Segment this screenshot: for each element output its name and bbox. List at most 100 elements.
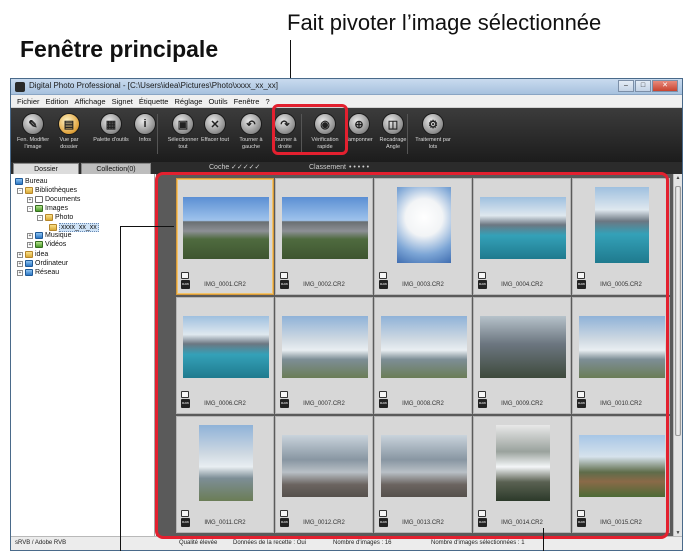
toolbar-button-7[interactable]: ↶ Tourner à gauche bbox=[233, 110, 269, 160]
status-image-count: Nombre d'images : 16 bbox=[333, 540, 392, 546]
toolbar-button-11[interactable]: ◫ Recadrage Angle bbox=[375, 110, 411, 160]
menu-etiquette[interactable]: Étiquette bbox=[136, 95, 172, 107]
info-icon: i bbox=[134, 113, 156, 135]
grid-scrollbar[interactable]: ▲ ▼ bbox=[673, 174, 682, 538]
tab-dossier[interactable]: Dossier bbox=[13, 163, 79, 174]
status-quality: Qualité élevée bbox=[179, 540, 218, 546]
main-window-heading: Fenêtre principale bbox=[20, 36, 219, 62]
computer-icon bbox=[25, 260, 33, 267]
select-all-icon: ▣ bbox=[172, 113, 194, 135]
tree-item-6[interactable]: xxxx_xx_xx bbox=[49, 223, 99, 232]
tree-item-5[interactable]: - Photo bbox=[37, 214, 73, 221]
tree-item-label: xxxx_xx_xx bbox=[59, 223, 99, 232]
tree-expander-icon[interactable]: + bbox=[27, 196, 33, 203]
menu-fichier[interactable]: Fichier bbox=[14, 95, 43, 107]
tree-item-1[interactable]: Bureau bbox=[15, 178, 48, 185]
edit-image-icon: ✎ bbox=[22, 113, 44, 135]
scroll-up-icon[interactable]: ▲ bbox=[674, 174, 682, 183]
tree-expander-icon[interactable]: + bbox=[17, 260, 23, 267]
menu-affichage[interactable]: Affichage bbox=[71, 95, 108, 107]
tree-expander-icon[interactable]: - bbox=[17, 187, 23, 194]
clear-all-icon: ✕ bbox=[204, 113, 226, 135]
left-callout-line-horizontal bbox=[120, 226, 174, 227]
toolbar-separator bbox=[407, 114, 408, 154]
toolbar-button-12[interactable]: ⚙ Traitement par lots bbox=[415, 110, 451, 160]
status-recipe: Données de la recette : Oui bbox=[233, 540, 307, 546]
rotate-left-icon: ↶ bbox=[240, 113, 262, 135]
batch-process-icon: ⚙ bbox=[422, 113, 444, 135]
tree-item-label: Bureau bbox=[25, 178, 48, 185]
tree-item-label: Musique bbox=[45, 232, 72, 239]
right-callout-line-vertical bbox=[543, 528, 544, 551]
tree-expander-icon[interactable]: + bbox=[17, 251, 23, 258]
tree-expander-icon[interactable]: + bbox=[27, 232, 33, 239]
toolbar-button-label: Tourner à gauche bbox=[239, 137, 263, 150]
toolbar-button-label: Traitement par lots bbox=[415, 137, 451, 150]
status-color-space: sRVB / Adobe RVB bbox=[15, 540, 67, 546]
tree-item-label: Réseau bbox=[35, 269, 60, 276]
window-controls: – □ ✕ bbox=[618, 80, 678, 92]
toolbar-button-5[interactable]: ▣ Sélectionner tout bbox=[165, 110, 201, 160]
tool-palette-icon: ▦ bbox=[100, 113, 122, 135]
maximize-button[interactable]: □ bbox=[635, 80, 651, 92]
tree-item-label: Photo bbox=[55, 214, 74, 221]
images-icon bbox=[35, 205, 43, 212]
toolbar-button-1[interactable]: ✎ Fen. Modifier l'image bbox=[15, 110, 51, 160]
toolbar-button-6[interactable]: ✕ Effacer tout bbox=[197, 110, 233, 160]
menu-outils[interactable]: Outils bbox=[205, 95, 230, 107]
folder-view-icon: ▤ bbox=[58, 113, 80, 135]
tree-item-label: Images bbox=[45, 205, 68, 212]
user-folder-icon bbox=[25, 251, 33, 258]
stamp-icon: ⊕ bbox=[348, 113, 370, 135]
window-title: Digital Photo Professional - [C:\Users\i… bbox=[29, 81, 278, 90]
scroll-thumb[interactable] bbox=[675, 186, 681, 436]
toolbar-button-2[interactable]: ▤ Vue par dossier bbox=[51, 110, 87, 160]
tree-expander-icon[interactable]: - bbox=[37, 214, 43, 221]
menu-reglage[interactable]: Réglage bbox=[171, 95, 205, 107]
documents-icon bbox=[35, 196, 43, 203]
tree-item-2[interactable]: - Bibliothèques bbox=[17, 187, 77, 194]
folder-tree-panel: Bureau - Bibliothèques + Documents - Images - Ph… bbox=[11, 174, 155, 538]
toolbar-button-3[interactable]: ▦ Palette d'outils bbox=[93, 110, 129, 160]
toolbar-button-label: Effacer tout bbox=[200, 137, 230, 143]
tree-item-label: idea bbox=[35, 251, 49, 258]
tree-expander-icon[interactable]: + bbox=[17, 269, 23, 276]
tab-collection[interactable]: Collection(0) bbox=[81, 163, 151, 174]
tree-item-label: Vidéos bbox=[45, 241, 67, 248]
menu-help[interactable]: ? bbox=[262, 95, 272, 107]
thumbnail-area-highlight bbox=[155, 172, 669, 539]
tree-expander-icon[interactable]: - bbox=[27, 205, 33, 212]
rotate-callout-text: Fait pivoter l’image sélectionnée bbox=[287, 10, 602, 35]
network-icon bbox=[25, 269, 33, 276]
libraries-icon bbox=[25, 187, 33, 194]
menu-fenetre[interactable]: Fenêtre bbox=[231, 95, 263, 107]
app-icon bbox=[15, 82, 25, 92]
tree-item-7[interactable]: + Musique bbox=[27, 232, 71, 239]
desktop-icon bbox=[15, 178, 23, 185]
toolbar-button-label: Palette d'outils bbox=[93, 137, 129, 143]
menu-signet[interactable]: Signet bbox=[109, 95, 136, 107]
minimize-button[interactable]: – bbox=[618, 80, 634, 92]
music-icon bbox=[35, 232, 43, 239]
menu-edition[interactable]: Edition bbox=[43, 95, 72, 107]
toolbar-button-label: Recadrage Angle bbox=[379, 137, 407, 150]
toolbar-separator bbox=[157, 114, 158, 154]
toolbar-button-label: Vue par dossier bbox=[59, 137, 79, 150]
tree-item-9[interactable]: + idea bbox=[17, 251, 48, 258]
toolbar-button-label: Fen. Modifier l'image bbox=[16, 137, 50, 150]
tree-item-11[interactable]: + Réseau bbox=[17, 269, 59, 276]
close-button[interactable]: ✕ bbox=[652, 80, 678, 92]
status-selected-count: Nombre d'images sélectionnées : 1 bbox=[431, 540, 525, 546]
tree-item-label: Bibliothèques bbox=[35, 187, 78, 194]
tree-item-label: Documents bbox=[45, 196, 81, 203]
tree-item-4[interactable]: - Images bbox=[27, 205, 68, 212]
tree-item-3[interactable]: + Documents bbox=[27, 196, 80, 203]
tree-expander-icon[interactable]: + bbox=[27, 241, 33, 248]
tree-item-10[interactable]: + Ordinateur bbox=[17, 260, 68, 267]
folder-icon bbox=[45, 214, 53, 221]
tree-item-8[interactable]: + Vidéos bbox=[27, 241, 66, 248]
rotate-buttons-highlight bbox=[272, 104, 348, 155]
videos-icon bbox=[35, 241, 43, 248]
title-bar: Digital Photo Professional - [C:\Users\i… bbox=[11, 79, 682, 95]
tree-item-label: Ordinateur bbox=[35, 260, 69, 267]
